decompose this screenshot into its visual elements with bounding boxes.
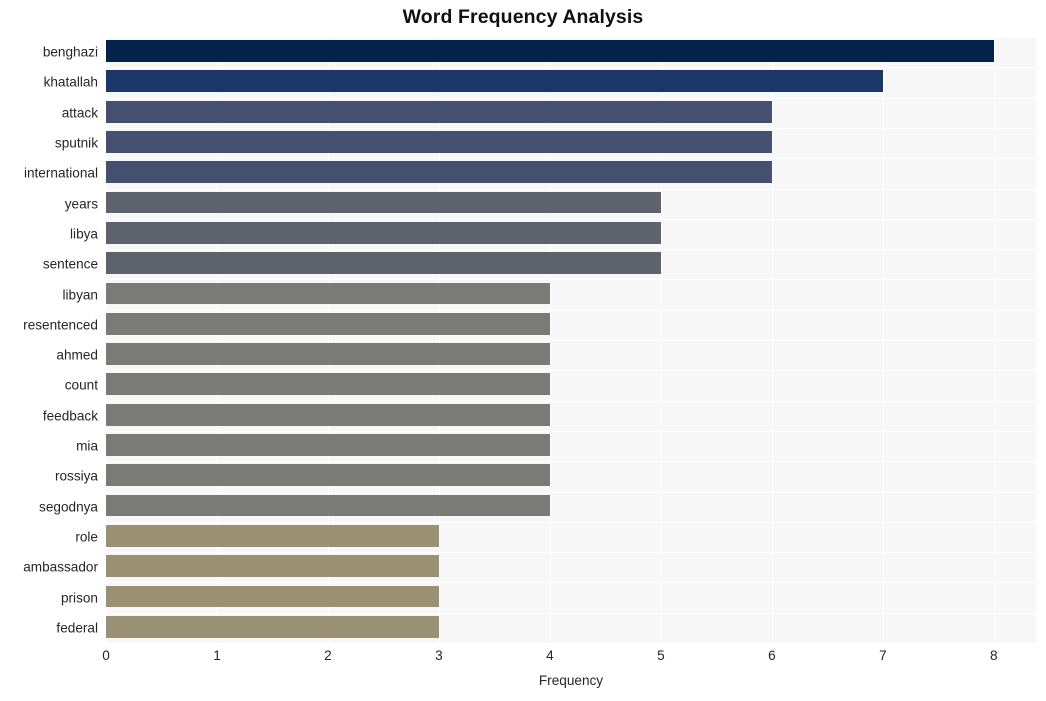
y-axis-tick-label: international [23,165,98,181]
bar-row [106,613,1036,641]
y-axis-tick-label: benghazi [42,44,98,60]
bar-row [106,98,1036,126]
bar[interactable] [106,343,550,365]
bar-row [106,431,1036,459]
x-axis-tick-label: 8 [990,648,998,663]
x-axis-tick-label: 6 [768,648,776,663]
bar[interactable] [106,70,883,93]
bar-row [106,128,1036,156]
bar[interactable] [106,252,661,275]
bar-row [106,249,1036,277]
plot-area [106,37,1036,644]
x-axis-tick-label: 0 [102,648,110,663]
bar[interactable] [106,131,772,153]
x-axis-label: Frequency [538,673,604,688]
word-frequency-chart: Word Frequency Analysis benghazi khatalla… [0,0,1046,701]
y-axis-tick-label: count [64,377,98,393]
bar[interactable] [106,434,550,456]
bar[interactable] [106,524,439,547]
bar-row [106,522,1036,550]
x-axis-tick-label: 1 [213,648,221,663]
bar[interactable] [106,100,772,123]
bar[interactable] [106,161,772,184]
y-axis-tick-label: libya [70,226,98,242]
y-axis-tick-label: khatallah [43,74,98,90]
gridline-horizontal [106,643,1036,644]
bar-row [106,279,1036,307]
y-axis-tick-label: libyan [62,287,98,303]
y-axis-tick-label: resentenced [23,317,98,333]
bar[interactable] [106,221,661,244]
x-axis-tick-labels: 0 1 2 3 4 5 6 7 8 [0,648,1046,672]
y-axis-tick-label: attack [61,105,98,121]
y-axis-tick-label: role [75,529,98,545]
y-axis-tick-label: federal [56,620,98,636]
y-axis-tick-label: ambassador [23,559,98,575]
x-axis-tick-label: 4 [546,648,554,663]
chart-title: Word Frequency Analysis [402,6,644,28]
y-axis-tick-label: prison [60,590,98,606]
bar[interactable] [106,282,550,305]
y-axis-tick-label: mia [76,438,98,454]
x-axis-tick-label: 2 [324,648,332,663]
bar[interactable] [106,373,550,396]
bar[interactable] [106,615,439,638]
x-axis-tick-label: 3 [435,648,443,663]
y-axis-tick-label: ahmed [56,347,98,363]
bar[interactable] [106,191,661,214]
y-axis-tick-label: years [64,196,98,212]
bar-row [106,189,1036,217]
bar-row [106,492,1036,520]
bar[interactable] [106,40,994,62]
y-axis-tick-label: sentence [42,256,98,272]
y-axis-tick-label: feedback [42,408,98,424]
bar-row [106,310,1036,338]
bar-row [106,67,1036,95]
x-axis-tick-label: 5 [657,648,665,663]
bar-row [106,461,1036,489]
bar[interactable] [106,464,550,487]
bar-row [106,158,1036,186]
bar[interactable] [106,555,439,578]
bar-row [106,552,1036,580]
bar-row [106,401,1036,429]
bar-row [106,340,1036,368]
y-axis-tick-labels: benghazi khatallah attack sputnik internatio… [0,37,98,643]
bar[interactable] [106,585,439,608]
x-axis-tick-label: 7 [879,648,887,663]
y-axis-tick-label: rossiya [54,468,98,484]
bar[interactable] [106,312,550,335]
bar-row [106,219,1036,247]
bar-row [106,582,1036,610]
bar-row [106,370,1036,398]
y-axis-tick-label: segodnya [39,499,98,515]
bar[interactable] [106,403,550,426]
bar[interactable] [106,494,550,517]
bar-row [106,37,1036,65]
y-axis-tick-label: sputnik [54,135,98,151]
